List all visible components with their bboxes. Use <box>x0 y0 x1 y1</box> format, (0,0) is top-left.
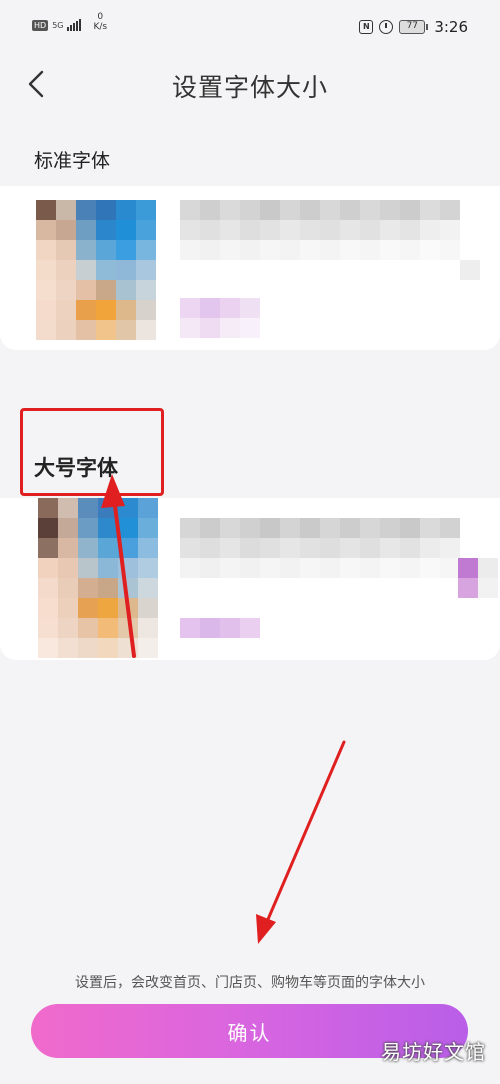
nfc-icon: N <box>359 20 374 34</box>
annotation-arrow-down <box>264 740 346 926</box>
status-time: 3:26 <box>434 18 468 36</box>
cart-icon-blurred <box>478 558 498 598</box>
price-tag-blurred <box>180 298 260 318</box>
preview-card-large[interactable] <box>0 498 500 660</box>
status-left: HD 5G 0 K/s <box>32 12 107 32</box>
annotation-highlight-box <box>20 408 164 496</box>
battery-icon: 77 <box>399 20 429 34</box>
page-title: 设置字体大小 <box>171 73 328 102</box>
preview-card-standard[interactable] <box>0 186 500 350</box>
price-tag-blurred <box>180 618 260 638</box>
alarm-icon <box>379 20 394 34</box>
cart-icon-blurred <box>458 558 478 598</box>
speed-value: 0 <box>97 12 104 22</box>
product-image <box>36 200 156 340</box>
status-bar: HD 5G 0 K/s N 77 3:26 <box>0 0 500 56</box>
price-tag-blurred <box>180 318 260 338</box>
annotation-arrowhead-down <box>256 914 276 944</box>
watermark: 易坊好文馆 <box>381 1040 486 1064</box>
product-name-blurred <box>180 518 460 578</box>
battery-level: 77 <box>399 20 426 34</box>
header: 设置字体大小 <box>0 56 500 112</box>
status-right: N 77 3:26 <box>359 18 468 36</box>
speed-unit: K/s <box>93 22 108 32</box>
hd-badge: HD <box>32 19 49 31</box>
font-size-note: 设置后，会改变首页、门店页、购物车等页面的字体大小 <box>75 975 425 991</box>
product-image <box>38 498 158 658</box>
option-label-standard[interactable]: 标准字体 <box>34 146 110 173</box>
signal-icon <box>67 19 82 31</box>
product-name-blurred <box>180 200 460 260</box>
cart-icon-blurred <box>460 260 480 280</box>
network-type: 5G <box>52 20 64 30</box>
network-speed: 0 K/s <box>93 12 107 32</box>
